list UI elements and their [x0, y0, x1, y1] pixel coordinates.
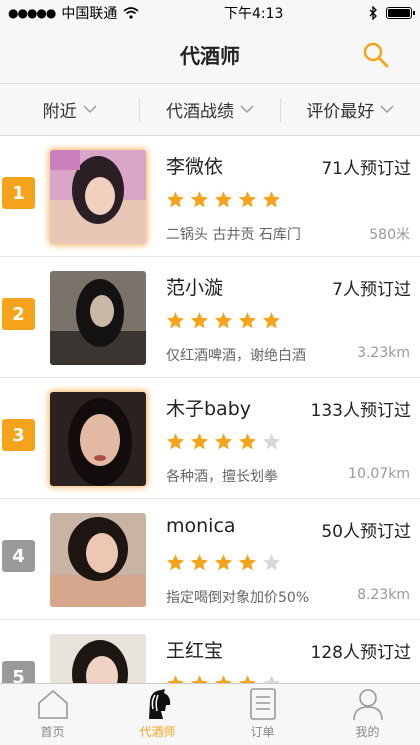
- filter-label: 代酒战绩: [165, 102, 234, 122]
- drinker-name: 李微依: [166, 156, 224, 178]
- filter-bar: 附近 代酒战绩 评价最好: [0, 84, 420, 136]
- status-time: 下午4:13: [223, 6, 284, 22]
- star-empty-icon: [263, 433, 280, 450]
- rank-badge: 2: [2, 298, 35, 330]
- drink-preference: 各种酒，擅长划拳: [166, 469, 278, 485]
- tab-label: 我的: [355, 725, 380, 739]
- star-filled-icon: [191, 191, 208, 208]
- tab-label: 订单: [250, 725, 275, 739]
- star-filled-icon: [263, 312, 280, 329]
- rating-stars: [166, 432, 281, 451]
- rank-badge: 3: [2, 419, 35, 451]
- order-list-icon: [249, 688, 276, 720]
- drinker-name: 木子baby: [166, 398, 252, 420]
- rating-stars: [166, 190, 281, 209]
- rating-stars: [166, 311, 281, 330]
- home-icon: [37, 689, 68, 719]
- star-filled-icon: [167, 312, 184, 329]
- chevron-down-icon: [83, 105, 97, 113]
- drink-preference: 指定喝倒对象加价50%: [166, 590, 310, 606]
- tab-orders[interactable]: 订单: [210, 684, 315, 745]
- list-item[interactable]: 2 范小漩 7人预订过 仅红酒啤酒，谢绝白酒 3.23km: [0, 257, 420, 378]
- rating-stars: [166, 553, 281, 572]
- booking-count: 50人预订过: [321, 522, 411, 542]
- drinker-list: 1 李微依 71人预订过 二锅头 古井贡 石库门 580米 2 范小漩 7人预订…: [0, 136, 420, 741]
- rank-badge: 4: [2, 540, 35, 572]
- star-filled-icon: [239, 191, 256, 208]
- distance: 8.23km: [357, 587, 410, 603]
- star-filled-icon: [191, 433, 208, 450]
- booking-count: 128人预订过: [310, 643, 411, 663]
- drink-preference: 仅红酒啤酒，谢绝白酒: [166, 348, 306, 364]
- rank-badge: 1: [2, 177, 35, 209]
- star-filled-icon: [239, 433, 256, 450]
- page-title: 代酒师: [180, 44, 240, 68]
- booking-count: 133人预订过: [310, 401, 411, 421]
- bluetooth-icon: [369, 6, 377, 20]
- drinker-name: monica: [166, 515, 236, 537]
- nav-bar: 代酒师: [0, 26, 420, 84]
- distance: 10.07km: [348, 466, 410, 482]
- star-filled-icon: [167, 554, 184, 571]
- avatar: [50, 392, 146, 486]
- distance: 3.23km: [357, 345, 410, 361]
- filter-label: 附近: [42, 102, 77, 122]
- star-filled-icon: [239, 554, 256, 571]
- tab-bar: 首页 代酒师 订单 我的: [0, 683, 420, 745]
- filter-label: 评价最好: [306, 102, 375, 122]
- battery-icon: [386, 7, 415, 19]
- star-filled-icon: [215, 433, 232, 450]
- signal-icon: ●●●●●: [8, 6, 56, 20]
- tab-profile[interactable]: 我的: [315, 684, 420, 745]
- star-filled-icon: [191, 312, 208, 329]
- chevron-down-icon: [240, 105, 254, 113]
- tab-label: 首页: [40, 725, 65, 739]
- wifi-icon: [123, 7, 139, 19]
- star-filled-icon: [263, 191, 280, 208]
- avatar: [50, 513, 146, 607]
- distance: 580米: [369, 227, 410, 243]
- booking-count: 7人预订过: [332, 280, 411, 300]
- tab-home[interactable]: 首页: [0, 684, 105, 745]
- star-filled-icon: [191, 554, 208, 571]
- filter-rating[interactable]: 评价最好: [281, 98, 420, 122]
- list-item[interactable]: 1 李微依 71人预订过 二锅头 古井贡 石库门 580米: [0, 136, 420, 257]
- tab-drinker[interactable]: 代酒师: [105, 684, 210, 745]
- drinker-name: 范小漩: [166, 277, 224, 299]
- status-bar: ●●●●● 中国联通 下午4:13: [0, 0, 420, 26]
- user-icon: [352, 689, 383, 721]
- star-filled-icon: [167, 433, 184, 450]
- star-filled-icon: [215, 191, 232, 208]
- list-item[interactable]: 3 木子baby 133人预订过 各种酒，擅长划拳 10.07km: [0, 378, 420, 499]
- star-filled-icon: [239, 312, 256, 329]
- drink-preference: 二锅头 古井贡 石库门: [166, 227, 301, 243]
- avatar: [50, 271, 146, 365]
- drinker-name: 王红宝: [166, 640, 224, 662]
- star-filled-icon: [167, 191, 184, 208]
- chevron-down-icon: [380, 105, 394, 113]
- carrier-label: 中国联通: [61, 6, 118, 22]
- star-empty-icon: [263, 554, 280, 571]
- horse-icon: [148, 689, 170, 719]
- search-icon[interactable]: [362, 41, 390, 69]
- filter-nearby[interactable]: 附近: [0, 97, 141, 122]
- star-filled-icon: [215, 554, 232, 571]
- filter-record[interactable]: 代酒战绩: [140, 97, 281, 122]
- star-filled-icon: [215, 312, 232, 329]
- list-item[interactable]: 4 monica 50人预订过 指定喝倒对象加价50% 8.23km: [0, 499, 420, 620]
- avatar: [50, 150, 146, 244]
- booking-count: 71人预订过: [321, 159, 411, 179]
- tab-label: 代酒师: [139, 725, 176, 739]
